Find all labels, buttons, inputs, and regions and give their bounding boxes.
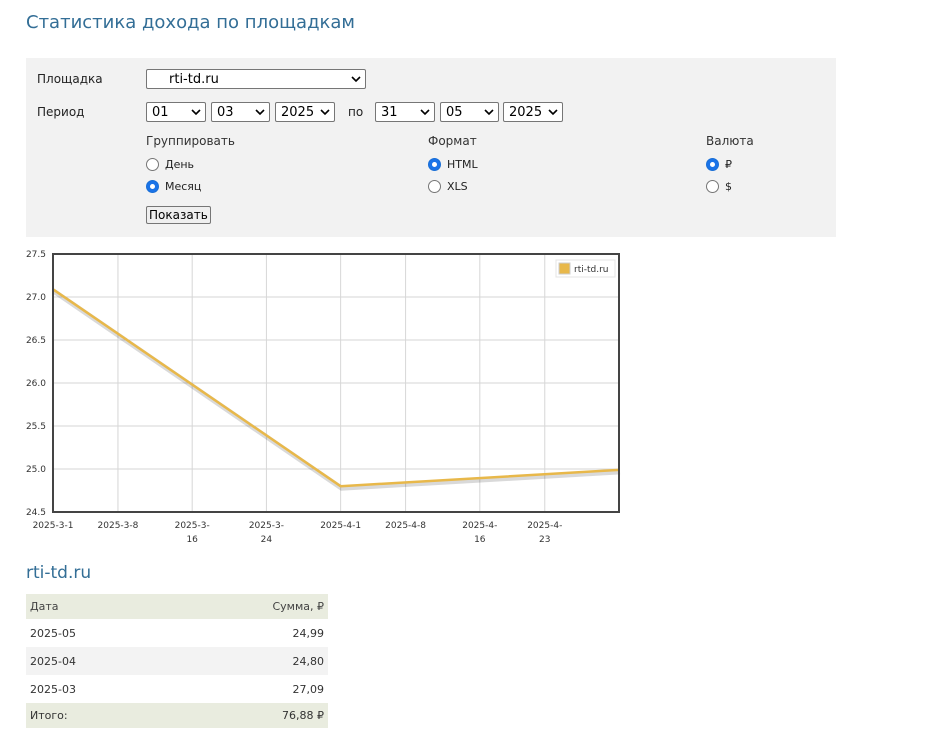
- stats-table: Дата Сумма, ₽ 2025-05 24,99 2025-04 24,8…: [26, 594, 328, 728]
- period-to-month-value: 05: [446, 105, 463, 120]
- group-month-radio-circle[interactable]: [146, 180, 159, 193]
- group-title: Группировать: [146, 134, 235, 148]
- total-label: Итого:: [30, 709, 68, 722]
- x-tick-label: 2025-4-8: [385, 521, 426, 531]
- chevron-down-icon: [319, 106, 331, 118]
- currency-usd-radio-circle[interactable]: [706, 180, 719, 193]
- period-from-month-select[interactable]: 03: [211, 102, 270, 122]
- currency-usd-label: $: [725, 180, 732, 193]
- legend-label: rti-td.ru: [574, 265, 608, 275]
- date-column-header: Дата: [30, 600, 59, 613]
- format-html-label: HTML: [447, 158, 478, 171]
- y-tick-label: 27.0: [26, 293, 46, 303]
- page-title: Статистика дохода по площадкам: [26, 12, 355, 33]
- format-title: Формат: [428, 134, 477, 148]
- chevron-down-icon: [419, 106, 431, 118]
- x-tick-label: 2025-4-23: [527, 521, 562, 545]
- period-to-day-select[interactable]: 31: [375, 102, 435, 122]
- row-date: 2025-05: [30, 626, 76, 640]
- x-tick-label: 2025-3-16: [175, 521, 210, 545]
- x-tick-label: 2025-4-16: [462, 521, 497, 545]
- show-button[interactable]: Показать: [146, 206, 211, 224]
- table-total-row: Итого: 76,88 ₽: [26, 703, 328, 728]
- period-to-year-select[interactable]: 2025: [503, 102, 563, 122]
- period-from-year-select[interactable]: 2025: [275, 102, 335, 122]
- currency-title: Валюта: [706, 134, 754, 148]
- format-html-radio-circle[interactable]: [428, 158, 441, 171]
- currency-rub-label: ₽: [725, 158, 732, 171]
- period-to-month-select[interactable]: 05: [440, 102, 499, 122]
- filter-panel: Площадка rti-td.ru Период 01 03 2025 по …: [26, 58, 836, 237]
- chevron-down-icon: [254, 106, 266, 118]
- period-to-year-value: 2025: [509, 105, 543, 120]
- table-row: 2025-03 27,09: [26, 675, 328, 703]
- row-sum: 27,09: [292, 682, 325, 696]
- site-select-value: rti-td.ru: [169, 72, 219, 87]
- total-value: 76,88 ₽: [282, 709, 324, 722]
- period-label: Период: [37, 105, 85, 119]
- period-from-day-select[interactable]: 01: [146, 102, 206, 122]
- table-row: 2025-04 24,80: [26, 647, 328, 675]
- y-tick-label: 25.0: [26, 465, 46, 475]
- x-tick-label: 2025-3-1: [33, 521, 74, 531]
- chevron-down-icon: [350, 73, 362, 85]
- revenue-chart: 24.5 25.0 25.5 26.0 26.5 27.0 27.5 2025-3-1 2025…: [26, 250, 621, 545]
- site-title: rti-td.ru: [26, 563, 92, 583]
- row-sum: 24,80: [292, 654, 325, 668]
- period-from-year-value: 2025: [281, 105, 315, 120]
- period-to-day-value: 31: [381, 105, 398, 120]
- table-header-row: Дата Сумма, ₽: [26, 594, 328, 619]
- chevron-down-icon: [483, 106, 495, 118]
- site-select[interactable]: rti-td.ru: [146, 69, 366, 89]
- y-tick-label: 25.5: [26, 422, 46, 432]
- site-label: Площадка: [37, 72, 103, 86]
- period-from-day-value: 01: [152, 105, 169, 120]
- group-day-label: День: [165, 158, 195, 171]
- group-month-label: Месяц: [165, 180, 202, 193]
- y-tick-label: 24.5: [26, 508, 46, 518]
- sum-column-header: Сумма, ₽: [272, 600, 324, 613]
- x-tick-label: 2025-4-1: [320, 521, 361, 531]
- row-date: 2025-04: [30, 654, 76, 668]
- row-date: 2025-03: [30, 682, 76, 696]
- x-tick-label: 2025-3-24: [249, 521, 284, 545]
- chevron-down-icon: [190, 106, 202, 118]
- format-xls-radio-circle[interactable]: [428, 180, 441, 193]
- y-tick-label: 26.0: [26, 379, 46, 389]
- chevron-down-icon: [547, 106, 559, 118]
- group-day-radio-circle[interactable]: [146, 158, 159, 171]
- table-row: 2025-05 24,99: [26, 619, 328, 647]
- format-xls-label: XLS: [447, 180, 468, 193]
- period-from-month-value: 03: [217, 105, 234, 120]
- legend-swatch: [558, 262, 571, 275]
- y-tick-label: 27.5: [26, 250, 46, 260]
- x-tick-label: 2025-3-8: [98, 521, 139, 531]
- period-to-word: по: [348, 105, 364, 119]
- currency-rub-radio-circle[interactable]: [706, 158, 719, 171]
- row-sum: 24,99: [292, 626, 325, 640]
- y-tick-label: 26.5: [26, 336, 46, 346]
